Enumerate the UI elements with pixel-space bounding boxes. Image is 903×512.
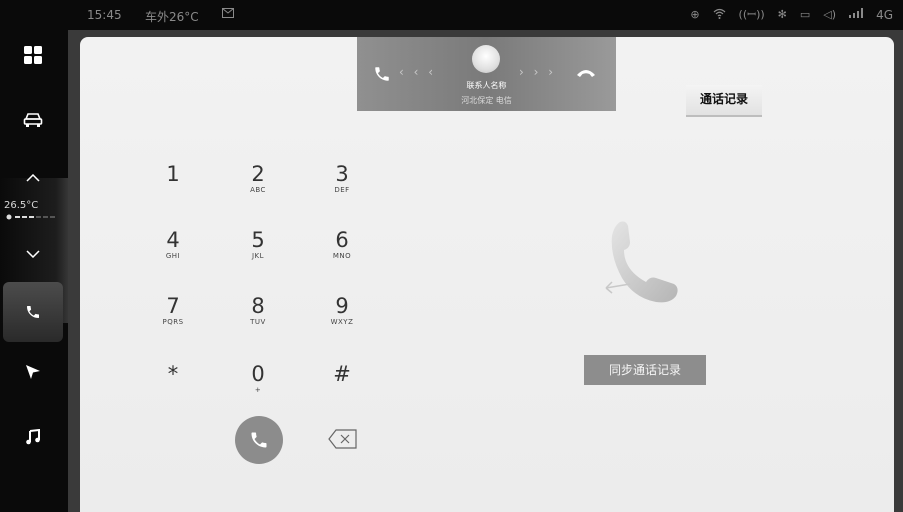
call-history-empty-icon [605,221,678,303]
sidebar-item-apps[interactable] [0,40,66,70]
apps-grid-icon [24,46,42,64]
chevron-up-icon [26,174,40,182]
backspace-icon[interactable] [328,429,358,449]
sidebar: 26.5°C [0,30,70,512]
wifi-icon [713,8,726,22]
key-4[interactable]: 4 GHI [148,228,198,260]
key-0[interactable]: 0 + [233,362,283,394]
contact-avatar [472,45,500,73]
sidebar-item-vehicle[interactable] [0,105,66,135]
car-icon [23,113,43,127]
incoming-call-banner: ‹ ‹ ‹ › › › 联系人名称 河北保定 电信 [357,37,616,111]
screen-icon: ▭ [799,8,811,21]
bluetooth-icon: ✻ [777,8,787,21]
dial-call-button[interactable] [235,416,283,464]
status-icons: ⊕ ((ꟷ)) ✻ ▭ ◁) 4G [690,7,893,22]
fan-level-icon [6,214,55,220]
phone-icon [27,306,39,318]
swipe-left-chevrons: ‹ ‹ ‹ [399,65,437,79]
bluetooth-device-icon: ⊕ [690,8,700,21]
key-8[interactable]: 8 TUV [233,294,283,326]
sidebar-item-music[interactable] [0,425,66,449]
temp-up-button[interactable] [0,166,66,190]
key-2[interactable]: 2 ABC [233,162,283,194]
sidebar-phone-icon-wrap [0,300,66,324]
sync-call-history-button[interactable]: 同步通话记录 [584,355,706,385]
key-1[interactable]: 1 [148,162,198,186]
sidebar-item-navigation[interactable] [0,360,66,384]
contact-name: 联系人名称 [466,81,507,90]
navigation-arrow-icon [26,365,40,379]
status-bar: 15:45 车外26°C ⊕ ((ꟷ)) ✻ ▭ ◁) 4G [0,0,903,30]
key-7[interactable]: 7 PQRS [148,294,198,326]
message-icon [222,8,234,18]
outside-temperature: 车外26°C [145,10,199,24]
call-history-button[interactable]: 通话记录 [686,85,762,117]
network-type: 4G [876,7,893,22]
key-6[interactable]: 6 MNO [317,228,367,260]
swipe-right-chevrons: › › › [519,65,557,79]
volume-icon: ◁) [823,8,837,21]
key-5[interactable]: 5 JKL [233,228,283,260]
key-9[interactable]: 9 WXYZ [317,294,367,326]
temp-down-button[interactable] [0,242,66,266]
clock: 15:45 [87,8,122,22]
key-3[interactable]: 3 DEF [317,162,367,194]
chevron-down-icon [26,250,40,258]
hotspot-icon: ((ꟷ)) [738,8,765,21]
key-star[interactable]: * [148,362,198,386]
contact-location: 河北保定 电信 [461,96,512,105]
cabin-temperature: 26.5°C [4,200,39,211]
signal-icon [849,8,864,21]
phone-icon [251,432,267,448]
key-hash[interactable]: # [317,362,367,386]
hang-up-icon[interactable] [576,67,596,79]
music-note-icon [26,429,40,445]
